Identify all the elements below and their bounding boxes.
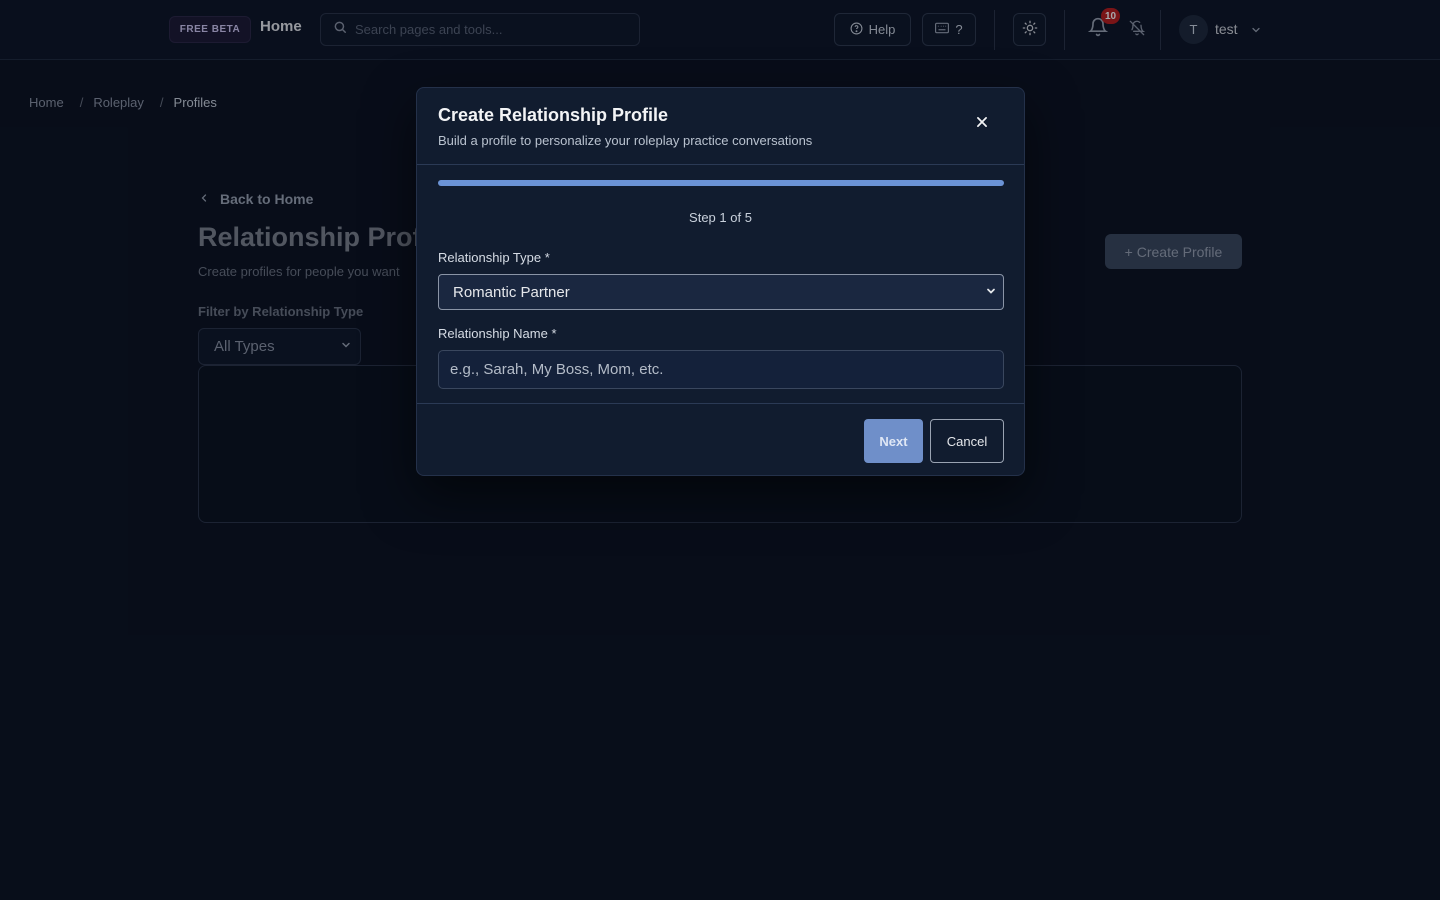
cancel-button[interactable]: Cancel [930,419,1004,463]
close-icon [975,115,989,134]
step-progress-fill [438,180,1004,186]
relationship-name-input[interactable] [438,350,1004,389]
create-profile-modal: Create Relationship Profile Build a prof… [416,87,1025,476]
modal-header: Create Relationship Profile Build a prof… [417,88,1024,165]
chevron-down-icon [985,284,997,301]
step-indicator: Step 1 of 5 [689,210,752,225]
modal-title: Create Relationship Profile [438,105,669,125]
next-button[interactable]: Next [864,419,923,463]
modal-subtitle: Build a profile to personalize your role… [438,133,813,148]
close-button[interactable] [971,113,993,135]
relationship-type-value: Romantic Partner [453,283,570,301]
relationship-type-select[interactable]: Romantic Partner [438,274,1004,310]
relationship-name-label: Relationship Name * [438,326,557,341]
relationship-type-label: Relationship Type * [438,250,550,265]
step-progress-bar [438,180,1004,186]
footer-divider [417,403,1024,404]
